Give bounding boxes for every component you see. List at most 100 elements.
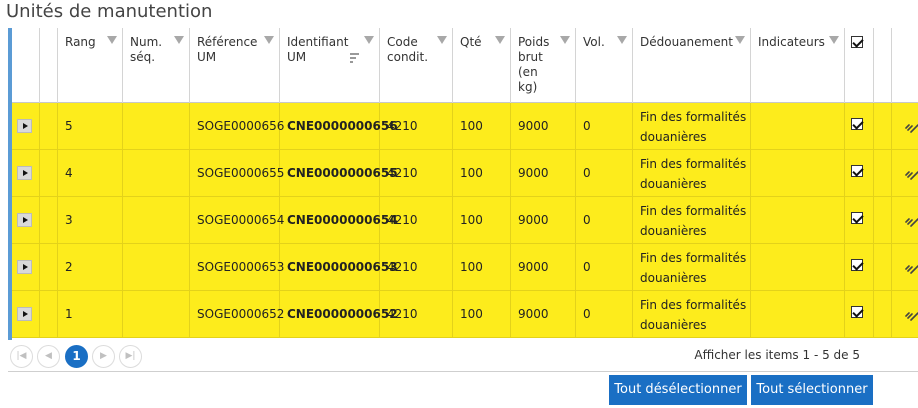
filter-icon[interactable] (107, 36, 117, 44)
header-vol[interactable]: Vol. (576, 28, 633, 103)
cell-reference-um: SOGE0000655 (190, 150, 284, 197)
row-spacer-cell (40, 103, 58, 150)
cell-link (892, 244, 918, 291)
row-spacer-cell (874, 150, 892, 197)
table-row[interactable]: 2 SOGE0000653 CNE0000000653 4210 100 900… (12, 244, 918, 291)
row-spacer-cell (40, 291, 58, 338)
table-row[interactable]: 1 SOGE0000652 CNE0000000652 4210 100 900… (12, 291, 918, 338)
cell-qte: 100 (453, 103, 511, 150)
row-select-checkbox[interactable] (851, 212, 863, 224)
header-indicateurs[interactable]: Indicateurs (751, 28, 845, 103)
header-dedouanement[interactable]: Dédouanement (633, 28, 751, 103)
row-select-checkbox[interactable] (851, 165, 863, 177)
row-expand-cell (12, 291, 40, 338)
header-poids-brut[interactable]: Poids brut (en kg) (511, 28, 576, 103)
table-row[interactable]: 4 SOGE0000655 CNE0000000655 4210 100 900… (12, 150, 918, 197)
row-select-checkbox[interactable] (851, 306, 863, 318)
cell-identifiant-um: CNE0000000655 (280, 150, 398, 197)
filter-icon[interactable] (495, 36, 505, 44)
expand-row-icon[interactable] (17, 260, 32, 274)
next-page-button[interactable]: ▶ (92, 345, 115, 368)
row-spacer-cell (40, 150, 58, 197)
link-icon[interactable] (905, 168, 918, 180)
header-code-condit-label: Code condit. (387, 35, 429, 64)
cell-select (845, 197, 874, 244)
cell-identifiant-um: CNE0000000654 (280, 197, 398, 244)
filter-icon[interactable] (437, 36, 447, 44)
sort-icon[interactable] (350, 53, 359, 63)
filter-icon[interactable] (560, 36, 570, 44)
cell-poids-brut: 9000 (511, 244, 576, 291)
select-all-button[interactable]: Tout sélectionner (751, 375, 873, 405)
filter-icon[interactable] (735, 36, 745, 44)
row-select-checkbox[interactable] (851, 259, 863, 271)
cell-rang: 1 (58, 291, 123, 338)
row-spacer-cell (874, 197, 892, 244)
cell-num-seq (123, 291, 190, 338)
header-rang[interactable]: Rang (58, 28, 123, 103)
header-poids-brut-label: Poids brut (en kg) (518, 35, 550, 94)
expand-row-icon[interactable] (17, 119, 32, 133)
header-num-seq[interactable]: Num. séq. (123, 28, 190, 103)
link-icon[interactable] (905, 309, 918, 321)
header-identifiant-um[interactable]: Identifiant UM (280, 28, 380, 103)
header-num-seq-label: Num. séq. (130, 35, 163, 64)
cell-num-seq (123, 150, 190, 197)
cell-poids-brut: 9000 (511, 103, 576, 150)
header-indicateurs-label: Indicateurs (758, 35, 825, 49)
header-dedouanement-label: Dédouanement (640, 35, 733, 49)
pager-info: Afficher les items 1 - 5 de 5 (694, 348, 860, 362)
page-button-current[interactable]: 1 (65, 345, 88, 368)
filter-icon[interactable] (364, 36, 374, 44)
cell-select (845, 103, 874, 150)
cell-dedouanement: Fin des formalités douanières (633, 150, 751, 197)
expand-row-icon[interactable] (17, 307, 32, 321)
cell-vol: 0 (576, 103, 633, 150)
cell-dedouanement: Fin des formalités douanières (633, 244, 751, 291)
expand-row-icon[interactable] (17, 213, 32, 227)
last-page-button[interactable]: ▶| (119, 345, 142, 368)
header-link-col (892, 28, 918, 103)
cell-vol: 0 (576, 197, 633, 244)
cell-poids-brut: 9000 (511, 291, 576, 338)
table-row[interactable]: 5 SOGE0000656 CNE0000000656 4210 100 900… (12, 103, 918, 150)
cell-select (845, 244, 874, 291)
cell-poids-brut: 9000 (511, 150, 576, 197)
filter-icon[interactable] (174, 36, 184, 44)
link-icon[interactable] (905, 262, 918, 274)
header-code-condit[interactable]: Code condit. (380, 28, 453, 103)
cell-rang: 3 (58, 197, 123, 244)
cell-vol: 0 (576, 150, 633, 197)
header-expand-col (12, 28, 40, 103)
cell-vol: 0 (576, 244, 633, 291)
cell-qte: 100 (453, 197, 511, 244)
deselect-all-button[interactable]: Tout désélectionner (609, 375, 747, 405)
cell-indicateurs (751, 103, 845, 150)
row-expand-cell (12, 103, 40, 150)
cell-identifiant-um: CNE0000000656 (280, 103, 398, 150)
link-icon[interactable] (905, 121, 918, 133)
first-page-button[interactable]: |◀ (10, 345, 33, 368)
cell-code-condit: 4210 (380, 103, 453, 150)
header-select-all[interactable] (845, 28, 874, 103)
row-select-checkbox[interactable] (851, 118, 863, 130)
header-reference-um[interactable]: Référence UM (190, 28, 280, 103)
header-qte[interactable]: Qté (453, 28, 511, 103)
table-row[interactable]: 3 SOGE0000654 CNE0000000654 4210 100 900… (12, 197, 918, 244)
cell-indicateurs (751, 291, 845, 338)
filter-icon[interactable] (829, 36, 839, 44)
pager: |◀ ◀ 1 ▶ ▶| Afficher les items 1 - 5 de … (8, 342, 918, 372)
cell-identifiant-um: CNE0000000652 (280, 291, 398, 338)
cell-qte: 100 (453, 150, 511, 197)
cell-reference-um: SOGE0000652 (190, 291, 284, 338)
expand-row-icon[interactable] (17, 166, 32, 180)
cell-indicateurs (751, 197, 845, 244)
cell-select (845, 291, 874, 338)
header-rang-label: Rang (65, 35, 96, 49)
cell-indicateurs (751, 150, 845, 197)
prev-page-button[interactable]: ◀ (37, 345, 60, 368)
select-all-checkbox[interactable] (851, 36, 863, 48)
link-icon[interactable] (905, 215, 918, 227)
filter-icon[interactable] (264, 36, 274, 44)
filter-icon[interactable] (617, 36, 627, 44)
